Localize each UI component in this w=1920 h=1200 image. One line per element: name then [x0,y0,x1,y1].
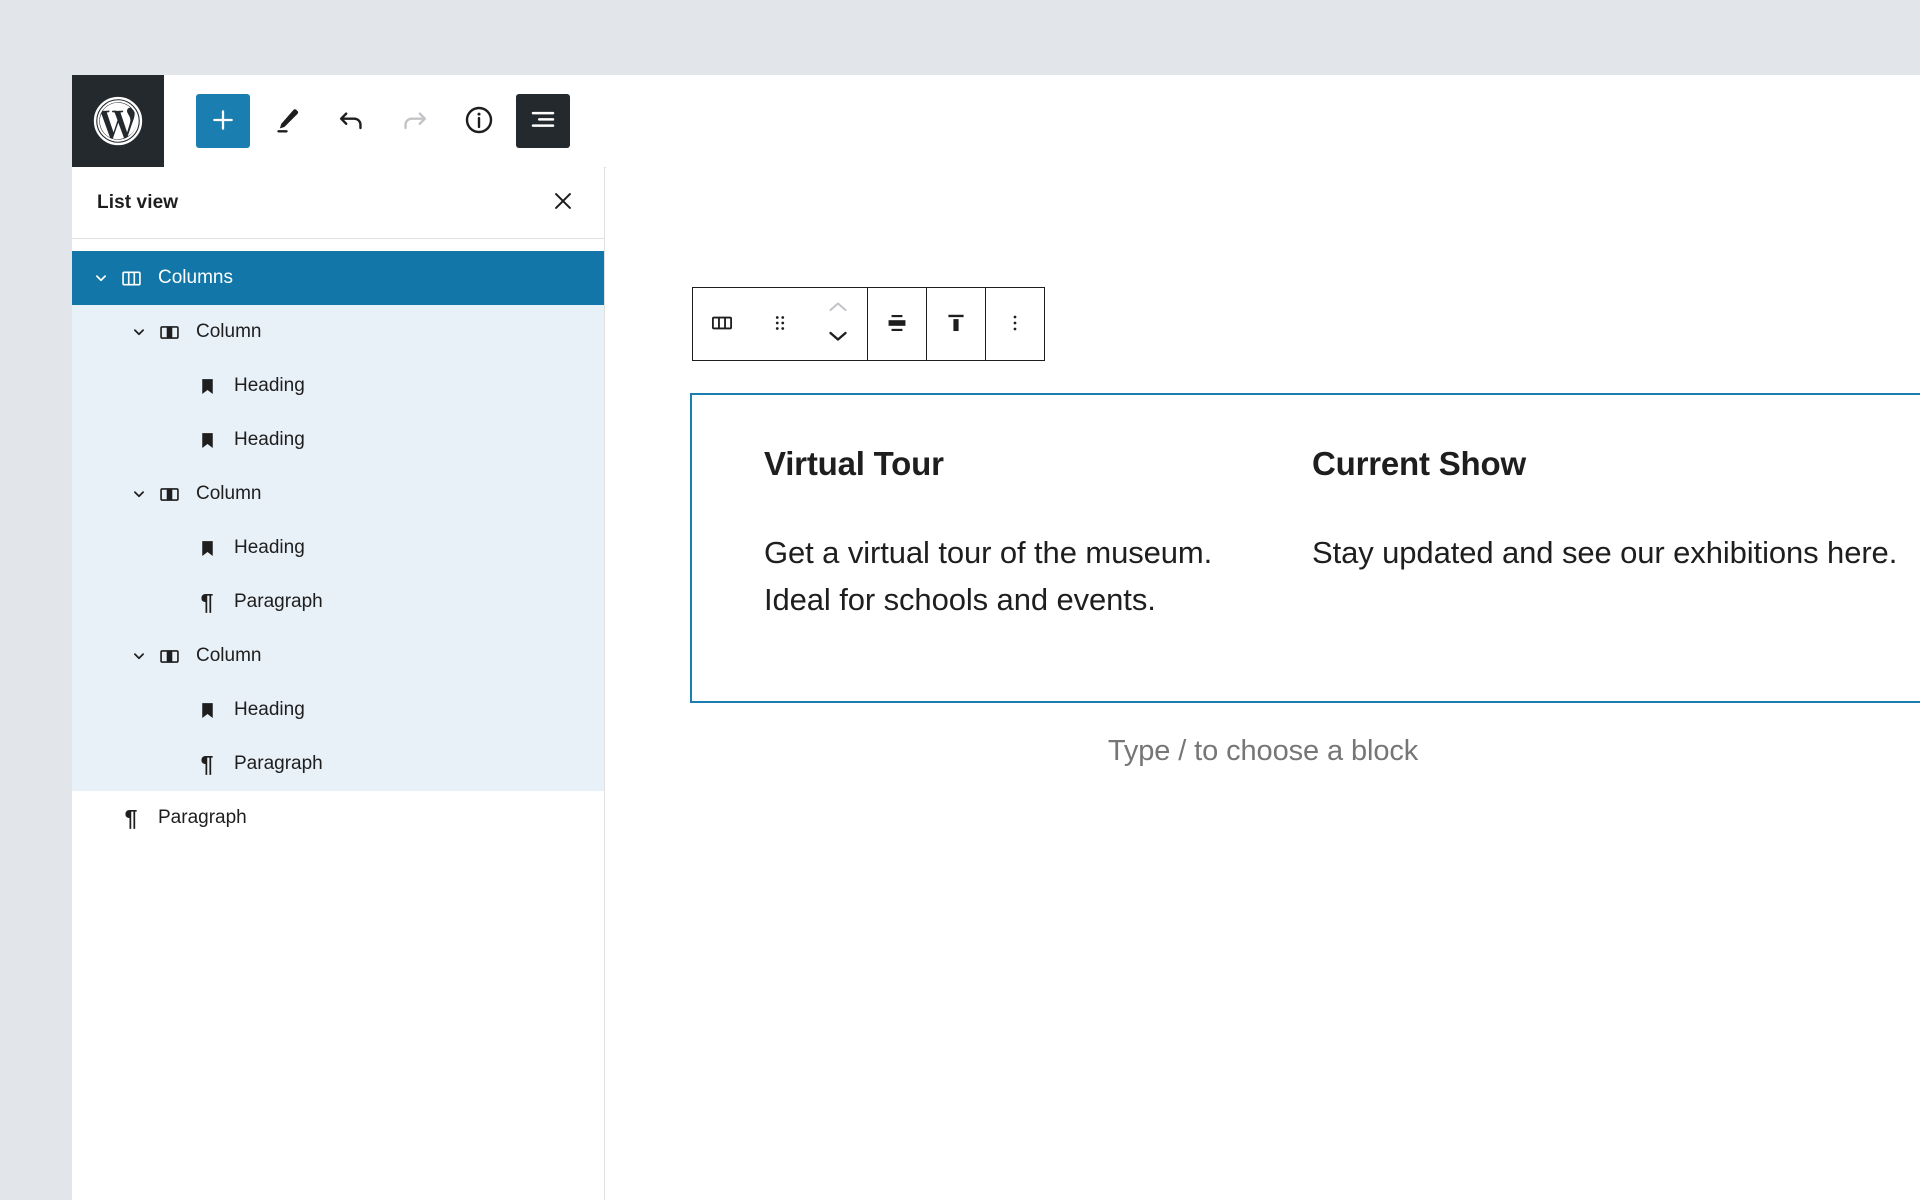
column-block-1[interactable]: Virtual Tour Get a virtual tour of the m… [692,395,1240,701]
chevron-down-icon[interactable] [826,329,850,348]
block-toolbar-section-align [867,288,926,360]
redo-button[interactable] [388,94,442,148]
tree-item-heading-3[interactable]: Heading [72,521,604,575]
pencil-icon [272,105,302,138]
heading-block[interactable]: Virtual Tour [764,445,1240,483]
chevron-down-icon[interactable] [124,323,154,341]
block-tree: Columns Column Heading Heading Column He… [72,239,604,845]
heading-icon [192,700,222,721]
tree-item-heading-1[interactable]: Heading [72,359,604,413]
wordpress-logo-button[interactable] [72,75,164,167]
editor-shell: List view Columns Column Heading Heading… [72,75,1920,1200]
editor-canvas: Virtual Tour Get a virtual tour of the m… [606,167,1920,1200]
block-movers [809,288,867,360]
wordpress-logo-icon [92,95,144,147]
tree-item-paragraph-1[interactable]: ¶ Paragraph [72,575,604,629]
tree-item-label: Columns [158,267,233,288]
column-icon [154,645,184,668]
close-list-view-button[interactable] [546,186,580,220]
tree-item-label: Paragraph [158,807,247,828]
tree-item-label: Column [196,321,262,342]
tree-item-column-2[interactable]: Column [72,467,604,521]
three-dots-vertical-icon [1004,312,1026,337]
tree-item-columns[interactable]: Columns [72,251,604,305]
list-view-title: List view [97,191,179,213]
column-block-2[interactable]: Current Show Stay updated and see our ex… [1240,395,1897,701]
info-icon [463,104,495,139]
paragraph-block[interactable]: Get a virtual tour of the museum. Ideal … [764,529,1240,623]
columns-icon [116,267,146,290]
tree-item-label: Column [196,483,262,504]
column-icon [154,483,184,506]
tree-item-label: Column [196,645,262,666]
chevron-up-icon[interactable] [826,300,850,319]
vertical-align-top-icon [943,310,969,339]
align-button[interactable] [868,288,926,360]
plus-icon [210,107,236,136]
heading-icon [192,376,222,397]
toolbar-buttons [164,75,570,167]
redo-icon [399,104,431,139]
block-toolbar-section-vertical-align [926,288,985,360]
paragraph-icon: ¶ [124,804,138,831]
paragraph-block[interactable]: Stay updated and see our exhibitions her… [1312,529,1897,576]
list-view-panel: List view Columns Column Heading Heading… [72,167,605,1200]
chevron-down-icon[interactable] [124,485,154,503]
tools-button[interactable] [260,94,314,148]
close-icon [550,188,576,217]
tree-item-label: Heading [234,699,305,720]
tree-item-label: Heading [234,429,305,450]
chevron-down-icon[interactable] [124,647,154,665]
tree-item-heading-4[interactable]: Heading [72,683,604,737]
tree-item-label: Paragraph [234,591,323,612]
columns-icon [709,310,735,339]
heading-block[interactable]: Current Show [1312,445,1840,483]
drag-handle-button[interactable] [751,288,809,360]
list-view-header: List view [72,167,604,239]
undo-icon [335,104,367,139]
tree-item-label: Heading [234,375,305,396]
tree-item-heading-2[interactable]: Heading [72,413,604,467]
column-icon [154,321,184,344]
drag-dots-icon [769,312,791,337]
tree-item-column-3[interactable]: Column [72,629,604,683]
paragraph-icon: ¶ [200,750,214,777]
block-toolbar-section-options [985,288,1044,360]
list-view-button[interactable] [516,94,570,148]
tree-item-label: Heading [234,537,305,558]
top-toolbar [72,75,1920,168]
empty-block-placeholder[interactable]: Type / to choose a block [606,735,1920,768]
add-block-button[interactable] [196,94,250,148]
chevron-down-icon[interactable] [86,269,116,287]
tree-item-label: Paragraph [234,753,323,774]
list-view-icon [528,105,558,138]
more-options-button[interactable] [986,288,1044,360]
tree-item-paragraph-root[interactable]: ¶ Paragraph [72,791,604,845]
heading-icon [192,430,222,451]
vertical-align-button[interactable] [927,288,985,360]
block-toolbar [692,287,1045,361]
tree-item-paragraph-2[interactable]: ¶ Paragraph [72,737,604,791]
details-button[interactable] [452,94,506,148]
app-root: List view Columns Column Heading Heading… [0,0,1920,1200]
paragraph-icon: ¶ [200,588,214,615]
align-center-icon [884,310,910,339]
heading-icon [192,538,222,559]
block-toolbar-section-block [693,288,867,360]
block-type-columns-button[interactable] [693,288,751,360]
undo-button[interactable] [324,94,378,148]
tree-item-column-1[interactable]: Column [72,305,604,359]
tree-children-group: Column Heading Heading Column Heading ¶ … [72,305,604,791]
columns-block[interactable]: Virtual Tour Get a virtual tour of the m… [690,393,1920,703]
